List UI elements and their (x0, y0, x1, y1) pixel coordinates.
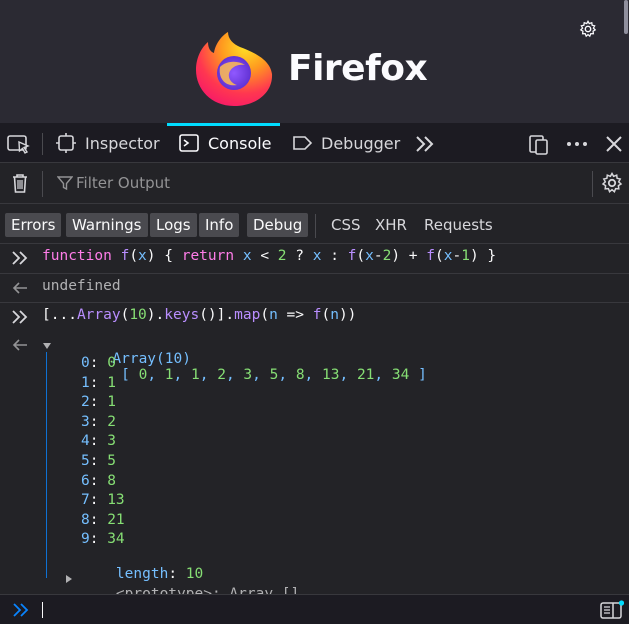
console-message-result: undefined (0, 274, 629, 303)
array-entry-value: 1 (107, 394, 116, 411)
array-entry-row: 1: 1 (81, 374, 116, 391)
level-divider (315, 214, 316, 238)
category-css-button[interactable]: CSS (331, 213, 361, 237)
tab-label: Debugger (321, 133, 401, 153)
array-entry-value: 2 (107, 413, 116, 430)
console-filter-bar (0, 163, 629, 204)
level-info-button[interactable]: Info (199, 213, 240, 237)
array-entry-row: 5: 5 (81, 453, 116, 469)
result-arrow-icon (12, 282, 27, 294)
level-debug-button[interactable]: Debug (247, 213, 309, 237)
toolbox-tabbar: Inspector Console Debugger (0, 123, 629, 163)
array-entry-key: 5 (81, 453, 90, 469)
array-entry-value: 13 (107, 492, 125, 509)
dock-icon[interactable] (527, 133, 551, 155)
array-entry-key: 7 (81, 492, 90, 509)
tab-debugger[interactable]: Debugger (291, 123, 400, 163)
trash-icon[interactable] (11, 172, 29, 194)
array-entry-row: 0: 0 (81, 355, 116, 371)
expand-arrow-icon[interactable] (42, 341, 52, 351)
array-entry-value: 5 (107, 453, 116, 469)
debugger-icon (293, 136, 313, 150)
more-tools-icon[interactable] (413, 133, 437, 155)
result-arrow-icon (12, 339, 27, 351)
array-entry-row: 4: 3 (81, 433, 116, 450)
array-entry-value: 1 (107, 374, 116, 391)
input-prompt-icon (13, 603, 29, 617)
filter-divider (592, 171, 593, 197)
filter-output-input[interactable] (76, 171, 576, 195)
array-entry-value: 34 (107, 531, 125, 548)
element-picker-icon[interactable] (6, 133, 32, 155)
array-entry-key: 6 (81, 472, 90, 489)
array-entry-row: 6: 8 (81, 472, 116, 489)
category-xhr-button[interactable]: XHR (375, 213, 407, 237)
console-settings-icon[interactable] (601, 172, 623, 194)
text-caret (42, 602, 43, 618)
console-input-bar[interactable] (0, 594, 629, 624)
filter-icon (57, 176, 73, 191)
array-entry-key: 1 (81, 374, 90, 391)
console-message-input: function f(x) { return x < 2 ? x : f(x-2… (0, 244, 629, 274)
tree-indent-guide (46, 352, 47, 578)
tab-label: Console (208, 133, 272, 153)
array-entry-key: 4 (81, 433, 90, 450)
close-icon[interactable] (602, 133, 626, 155)
page-scrollbar[interactable] (624, 0, 628, 34)
array-entry-row: 8: 21 (81, 511, 125, 528)
console-code-line[interactable]: function f(x) { return x < 2 ? x : f(x-2… (42, 248, 496, 264)
tab-console[interactable]: Console (167, 123, 280, 163)
filter-divider (42, 171, 43, 197)
sidebar-toggle-icon[interactable] (600, 600, 624, 620)
console-message-input: [...Array(10).keys()].map(n => f(n)) (0, 303, 629, 331)
array-entry-key: 9 (81, 531, 90, 548)
inspector-icon (56, 133, 76, 153)
tab-inspector[interactable]: Inspector (55, 123, 160, 163)
toolbar-divider (42, 133, 43, 155)
firefox-logo (193, 27, 275, 109)
overflow-menu-icon[interactable] (565, 133, 589, 155)
array-entry-key: 0 (81, 355, 90, 371)
input-prompt-icon (12, 310, 28, 324)
collapse-arrow-icon[interactable] (64, 574, 74, 584)
array-entry-row: 7: 13 (81, 492, 125, 509)
array-entry-key: 2 (81, 394, 90, 411)
array-entry-value: 3 (107, 433, 116, 450)
console-icon (179, 134, 199, 152)
console-level-bar: Errors Warnings Logs Info Debug CSS XHR … (0, 204, 629, 244)
firefox-wordmark: Firefox (288, 48, 428, 89)
level-warnings-button[interactable]: Warnings (66, 213, 148, 237)
array-entry-key: 8 (81, 511, 90, 528)
input-prompt-icon (12, 251, 28, 265)
array-entry-value: 0 (107, 355, 116, 371)
page-header: Firefox (0, 0, 629, 123)
tab-label: Inspector (85, 133, 160, 153)
console-code-line[interactable]: [...Array(10).keys()].map(n => f(n)) (42, 307, 356, 323)
array-entry-value: 8 (107, 472, 116, 489)
category-requests-button[interactable]: Requests (424, 213, 493, 237)
array-entry-row: 3: 2 (81, 413, 116, 430)
level-errors-button[interactable]: Errors (5, 213, 62, 237)
gear-icon[interactable] (579, 20, 597, 38)
console-output: function f(x) { return x < 2 ? x : f(x-2… (0, 244, 629, 602)
array-entry-value: 21 (107, 511, 125, 528)
console-result-value[interactable]: undefined (42, 278, 121, 294)
array-entry-row: 9: 34 (81, 531, 125, 548)
array-entry-key: 3 (81, 413, 90, 430)
array-entry-row: 2: 1 (81, 394, 116, 411)
level-logs-button[interactable]: Logs (150, 213, 197, 237)
